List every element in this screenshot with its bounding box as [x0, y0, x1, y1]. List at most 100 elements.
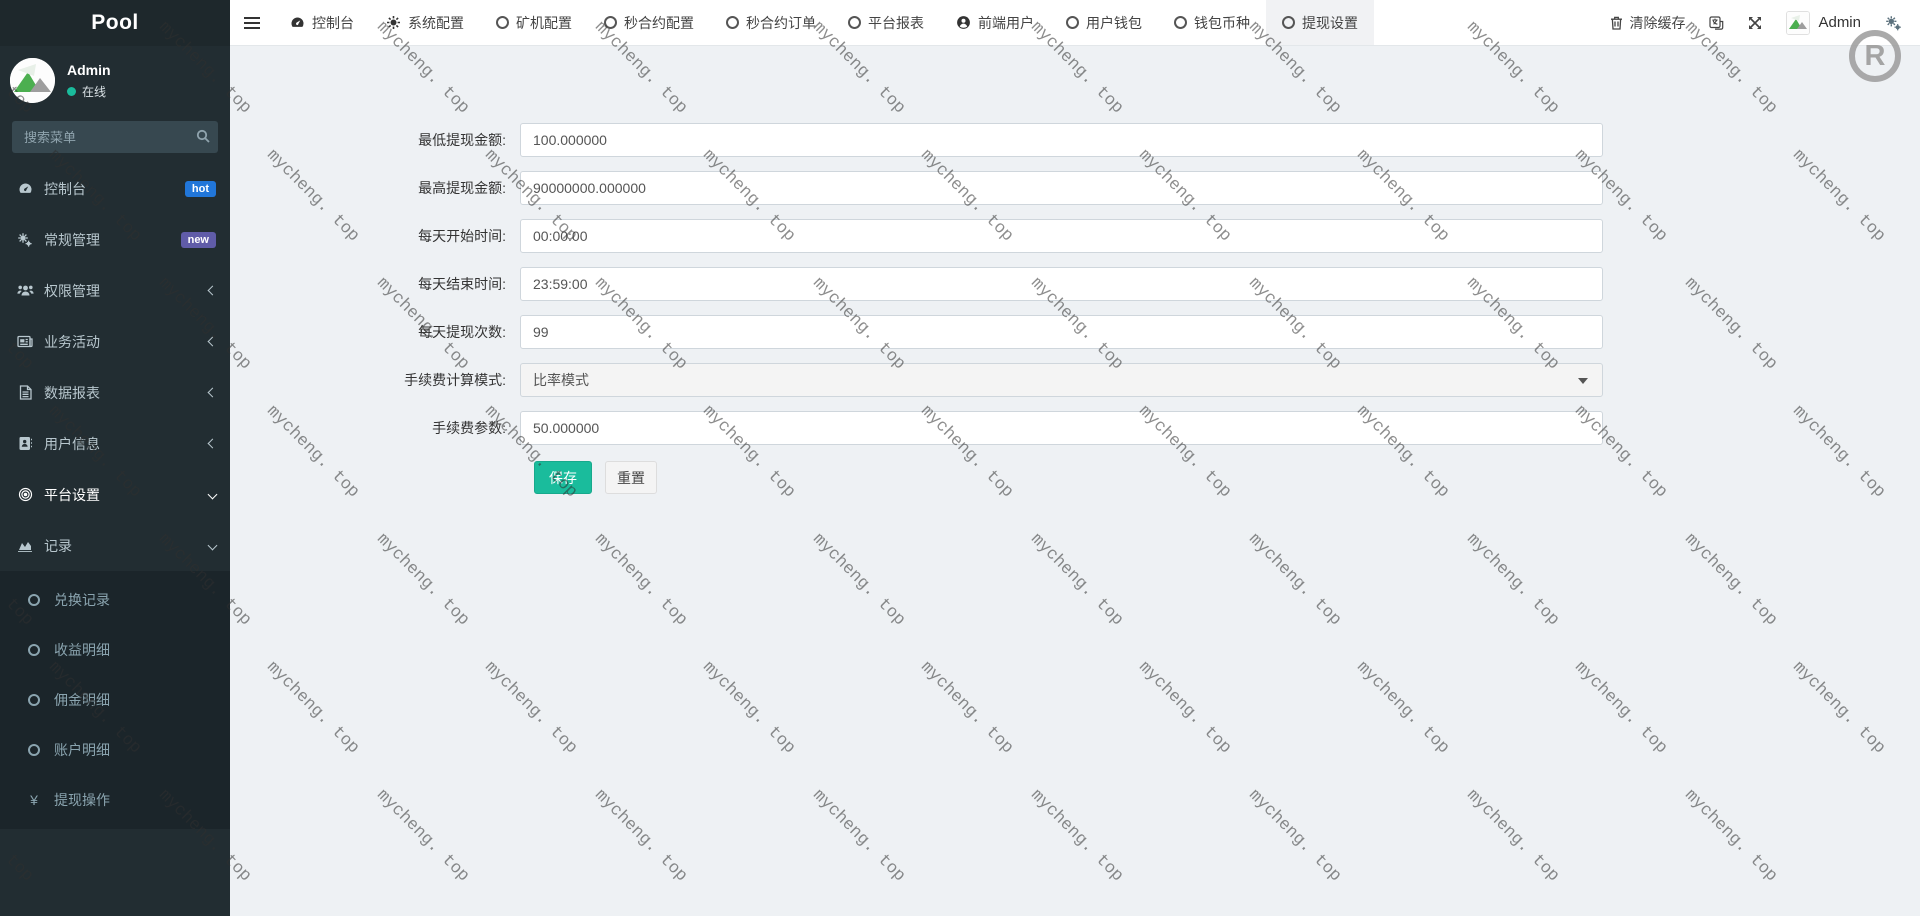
circle-icon	[1174, 16, 1187, 29]
daily-withdraw-count-input[interactable]	[520, 315, 1603, 349]
clear-cache-button[interactable]: 清除缓存	[1610, 13, 1685, 33]
sidebar-item-userinfo[interactable]: 用户信息	[0, 418, 230, 469]
clear-cache-label: 清除缓存	[1629, 13, 1685, 33]
logo-bar[interactable]: Pool	[0, 0, 230, 46]
navbar-avatar	[1786, 11, 1810, 35]
tab-withdraw-settings[interactable]: 提现设置	[1266, 0, 1374, 45]
tab-seconds-contract-orders[interactable]: 秒合约订单	[710, 0, 832, 45]
online-dot-icon	[67, 87, 76, 96]
withdraw-settings-page: 最低提现金额: 最高提现金额: 每天开始时间: 每天结束时间: 每天提现次数: …	[230, 46, 1920, 916]
tab-label: 矿机配置	[516, 13, 572, 33]
form-row: 每天提现次数:	[230, 315, 1920, 349]
tab-seconds-contract-config[interactable]: 秒合约配置	[588, 0, 710, 45]
daily-end-time-input[interactable]	[520, 267, 1603, 301]
sidebar-item-business[interactable]: 业务活动	[0, 316, 230, 367]
fee-param-input[interactable]	[520, 411, 1603, 445]
sidebar-item-records[interactable]: 记录	[0, 520, 230, 571]
fee-mode-label: 手续费计算模式:	[230, 370, 520, 390]
min-withdraw-amount-label: 最低提现金额:	[230, 130, 520, 150]
new-badge: new	[181, 232, 216, 248]
fee-param-label: 手续费参数:	[230, 418, 520, 438]
tab-wallet-currencies[interactable]: 钱包币种	[1158, 0, 1266, 45]
submenu-item-label: 兑换记录	[54, 590, 110, 610]
reset-button[interactable]: 重置	[605, 461, 657, 494]
area-chart-icon	[16, 539, 34, 552]
nav-tabs: 控制台 系统配置 矿机配置 秒合约配置 秒合约订单 平台报表	[274, 0, 1374, 45]
chevron-left-icon	[208, 439, 218, 449]
newspaper-icon	[16, 335, 34, 348]
circle-icon	[726, 16, 739, 29]
submenu-item-exchange-records[interactable]: 兑换记录	[0, 575, 230, 625]
navbar-right-tools: 清除缓存 Admin	[1610, 0, 1920, 45]
caret-down-icon	[1578, 378, 1588, 384]
circle-icon	[848, 16, 861, 29]
sidebar-search	[12, 121, 218, 153]
language-button[interactable]	[1709, 16, 1724, 30]
circle-icon	[26, 594, 42, 606]
tab-label: 用户钱包	[1086, 13, 1142, 33]
tab-miner-config[interactable]: 矿机配置	[480, 0, 588, 45]
sidebar-item-label: 业务活动	[44, 332, 100, 352]
daily-start-time-label: 每天开始时间:	[230, 226, 520, 246]
navbar-user-menu[interactable]: Admin	[1786, 11, 1861, 35]
search-icon[interactable]	[196, 129, 210, 143]
user-status: 在线	[67, 83, 111, 100]
tab-label: 控制台	[312, 13, 354, 33]
circle-icon	[26, 694, 42, 706]
sidebar-item-label: 常规管理	[44, 230, 100, 250]
circle-icon	[26, 744, 42, 756]
chevron-left-icon	[208, 286, 218, 296]
sidebar-item-dashboard[interactable]: 控制台 hot	[0, 163, 230, 214]
address-book-icon	[16, 436, 34, 451]
search-input[interactable]	[12, 121, 218, 153]
bullseye-icon	[16, 487, 34, 502]
sidebar-item-label: 权限管理	[44, 281, 100, 301]
form-row: 最低提现金额:	[230, 123, 1920, 157]
min-withdraw-amount-input[interactable]	[520, 123, 1603, 157]
submenu-item-account-details[interactable]: 账户明细	[0, 725, 230, 775]
sidebar-item-reports[interactable]: 数据报表	[0, 367, 230, 418]
hot-badge: hot	[185, 181, 216, 197]
sidebar-item-general[interactable]: 常规管理 new	[0, 214, 230, 265]
sidebar: Pool Admin 在线 控制台 hot	[0, 0, 230, 916]
max-withdraw-amount-input[interactable]	[520, 171, 1603, 205]
save-button[interactable]: 保存	[534, 461, 592, 494]
submenu-item-commission-details[interactable]: 佣金明细	[0, 675, 230, 725]
hamburger-menu-icon[interactable]	[230, 0, 274, 45]
gears-icon	[16, 232, 34, 248]
chevron-down-icon	[208, 541, 218, 551]
trash-icon	[1610, 16, 1623, 30]
sidebar-item-permissions[interactable]: 权限管理	[0, 265, 230, 316]
settings-button[interactable]	[1885, 15, 1902, 31]
fullscreen-button[interactable]	[1748, 16, 1762, 30]
sidebar-item-platform-settings[interactable]: 平台设置	[0, 469, 230, 520]
circle-icon	[1282, 16, 1295, 29]
tab-dashboard[interactable]: 控制台	[274, 0, 370, 45]
submenu-item-withdraw-actions[interactable]: ¥ 提现操作	[0, 775, 230, 825]
tab-frontend-users[interactable]: 前端用户	[940, 0, 1050, 45]
max-withdraw-amount-label: 最高提现金额:	[230, 178, 520, 198]
fee-mode-select[interactable]: 比率模式	[520, 363, 1603, 397]
tab-label: 前端用户	[978, 13, 1034, 33]
navbar-username: Admin	[1818, 14, 1861, 31]
sidebar-item-label: 数据报表	[44, 383, 100, 403]
tab-system-config[interactable]: 系统配置	[370, 0, 480, 45]
circle-icon	[604, 16, 617, 29]
tab-label: 钱包币种	[1194, 13, 1250, 33]
tab-user-wallets[interactable]: 用户钱包	[1050, 0, 1158, 45]
submenu-item-label: 收益明细	[54, 640, 110, 660]
chevron-left-icon	[208, 337, 218, 347]
dashboard-icon	[290, 15, 305, 30]
gear-icon	[386, 15, 401, 30]
circle-icon	[1066, 16, 1079, 29]
daily-start-time-input[interactable]	[520, 219, 1603, 253]
form-row: 每天结束时间:	[230, 267, 1920, 301]
sidebar-item-label: 用户信息	[44, 434, 100, 454]
user-status-label: 在线	[82, 83, 106, 100]
gears-icon	[1885, 15, 1902, 31]
submenu-item-profit-details[interactable]: 收益明细	[0, 625, 230, 675]
users-icon	[16, 283, 34, 298]
fullscreen-expand-icon	[1748, 16, 1762, 30]
tab-platform-report[interactable]: 平台报表	[832, 0, 940, 45]
tab-label: 平台报表	[868, 13, 924, 33]
